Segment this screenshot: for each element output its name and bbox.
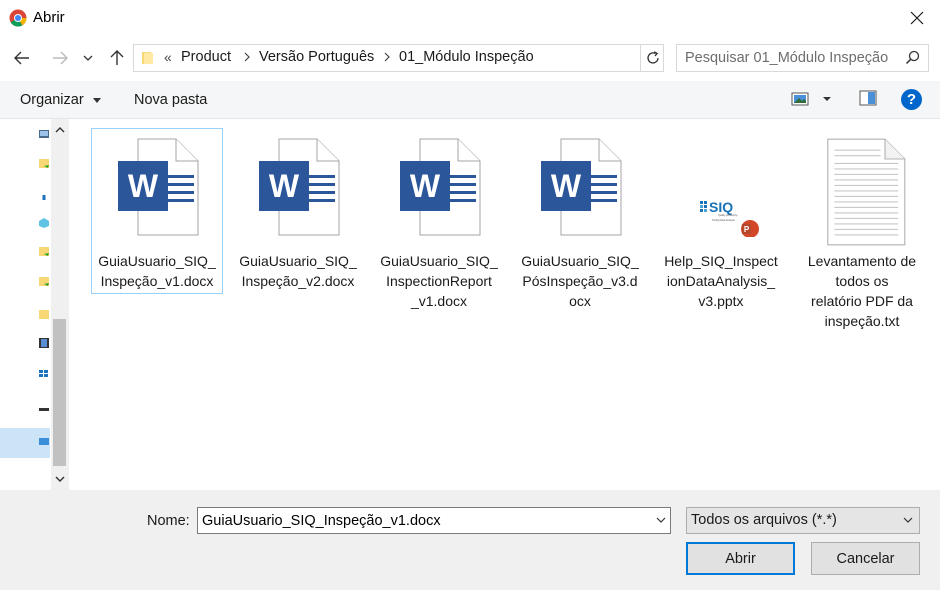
svg-text:W: W <box>551 168 582 204</box>
search-input[interactable] <box>685 48 895 68</box>
svg-text:Tooling Data Analysis: Tooling Data Analysis <box>712 219 736 222</box>
file-list: W GuiaUsuario_SIQ_ Inspeção_v1.docx W Gu… <box>69 119 940 490</box>
recent-locations-button[interactable] <box>78 44 98 72</box>
caret-down-icon <box>92 97 101 103</box>
breadcrumb-overflow[interactable]: « <box>164 49 172 65</box>
file-item[interactable]: W GuiaUsuario_SIQ_ Inspeção_v2.docx <box>232 128 364 294</box>
new-folder-button[interactable]: Nova pasta <box>134 92 207 108</box>
svg-text:W: W <box>269 168 300 204</box>
word-document-icon: W <box>118 138 199 236</box>
file-name: Levantamento de todos os relatório PDF d… <box>807 253 917 329</box>
up-button[interactable] <box>103 44 131 72</box>
refresh-button[interactable] <box>642 45 664 71</box>
close-button[interactable] <box>894 0 940 36</box>
file-item[interactable]: Levantamento de todos os relatório PDF d… <box>796 128 928 329</box>
folder-icon[interactable] <box>38 245 50 257</box>
title-bar: Abrir <box>0 0 940 36</box>
drive-icon[interactable] <box>38 403 50 415</box>
search-box[interactable] <box>676 44 929 72</box>
command-bar: Organizar Nova pasta <box>0 81 940 119</box>
chevron-down-icon <box>903 517 913 523</box>
word-document-icon: W <box>400 138 481 236</box>
refresh-icon <box>647 51 659 64</box>
file-name: GuiaUsuario_SIQ_ Inspeção_v1.docx <box>98 253 216 289</box>
windows-drive-icon[interactable] <box>38 368 50 380</box>
scroll-thumb[interactable] <box>53 319 66 466</box>
file-type-value: Todos os arquivos (*.*) <box>691 512 837 528</box>
breadcrumb-modulo-inspecao[interactable]: 01_Módulo Inspeção <box>399 49 534 65</box>
view-options-icon <box>791 92 831 106</box>
file-type-select[interactable]: Todos os arquivos (*.*) <box>686 507 920 534</box>
word-document-icon: W <box>541 138 622 236</box>
breadcrumb-product[interactable]: Product <box>181 49 231 65</box>
address-divider <box>640 45 641 71</box>
search-icon[interactable] <box>905 50 920 65</box>
help-button[interactable]: ? <box>901 89 922 110</box>
file-name: GuiaUsuario_SIQ_ Inspeção_v2.docx <box>239 253 357 289</box>
navigation-row: « Product Versão Português 01_Módulo Ins… <box>0 40 940 76</box>
file-item[interactable]: W GuiaUsuario_SIQ_ Inspeção_v1.docx <box>91 128 223 294</box>
breadcrumb-separator-icon[interactable] <box>383 51 391 63</box>
chevron-down-icon <box>83 55 93 61</box>
organize-label: Organizar <box>20 92 84 108</box>
address-bar[interactable]: « Product Versão Português 01_Módulo Ins… <box>133 44 664 72</box>
videos-icon[interactable] <box>38 337 50 349</box>
chevron-up-icon <box>55 127 64 133</box>
nav-scrollbar[interactable] <box>51 119 68 490</box>
folder-icon[interactable] <box>38 308 50 320</box>
svg-text:W: W <box>128 168 159 204</box>
breadcrumb-separator-icon[interactable] <box>243 51 251 63</box>
file-name: GuiaUsuario_SIQ_ InspectionReport _v1.do… <box>380 253 498 309</box>
file-item[interactable]: W GuiaUsuario_SIQ_ PósInspeção_v3.d ocx <box>514 128 646 309</box>
3d-objects-icon[interactable] <box>38 217 50 229</box>
chevron-down-icon <box>55 476 64 482</box>
file-item[interactable]: SIQ Quality philosophy Tooling Data Anal… <box>655 128 787 309</box>
forward-button[interactable] <box>46 44 74 72</box>
word-document-icon: W <box>259 138 340 236</box>
footer-panel: Nome: Todos os arquivos (*.*) Abrir Canc… <box>0 490 940 590</box>
svg-text:W: W <box>410 168 441 204</box>
network-icon[interactable] <box>38 435 50 447</box>
svg-text:P: P <box>744 225 750 234</box>
folder-icon[interactable] <box>38 275 50 287</box>
svg-text:SIQ: SIQ <box>709 199 733 215</box>
scroll-up-button[interactable] <box>51 119 68 141</box>
file-name: GuiaUsuario_SIQ_ PósInspeção_v3.d ocx <box>521 253 639 309</box>
text-document-icon <box>827 138 906 246</box>
file-name: Help_SIQ_Inspect ionDataAnalysis_ v3.ppt… <box>664 253 778 309</box>
svg-text:Quality philosophy: Quality philosophy <box>718 214 738 217</box>
file-item[interactable]: W GuiaUsuario_SIQ_ InspectionReport _v1.… <box>373 128 505 309</box>
file-name-input[interactable] <box>202 511 642 530</box>
close-icon <box>910 11 924 25</box>
open-button[interactable]: Abrir <box>686 542 795 575</box>
preview-pane-button[interactable] <box>859 90 877 109</box>
file-name-label: Nome: <box>147 513 190 529</box>
folder-icon[interactable] <box>38 157 50 169</box>
back-button[interactable] <box>8 44 36 72</box>
preview-pane-icon <box>859 90 877 106</box>
file-name-combobox[interactable] <box>197 507 671 534</box>
breadcrumb-versao-portugues[interactable]: Versão Português <box>259 49 374 65</box>
chrome-icon <box>9 9 27 27</box>
back-arrow-icon <box>14 51 29 65</box>
folder-icon <box>142 52 153 64</box>
download-icon[interactable] <box>38 191 50 203</box>
powerpoint-thumbnail-icon: SIQ Quality philosophy Tooling Data Anal… <box>682 185 762 237</box>
cancel-button[interactable]: Cancelar <box>811 542 920 575</box>
desktop-icon[interactable] <box>38 129 50 141</box>
view-options-button[interactable] <box>791 90 833 111</box>
organize-menu[interactable]: Organizar <box>20 92 101 108</box>
window-title: Abrir <box>33 9 65 26</box>
scroll-down-button[interactable] <box>51 468 68 490</box>
chevron-down-icon[interactable] <box>655 514 667 526</box>
forward-arrow-icon <box>53 51 68 65</box>
navigation-pane <box>0 119 69 490</box>
up-arrow-icon <box>110 50 124 65</box>
